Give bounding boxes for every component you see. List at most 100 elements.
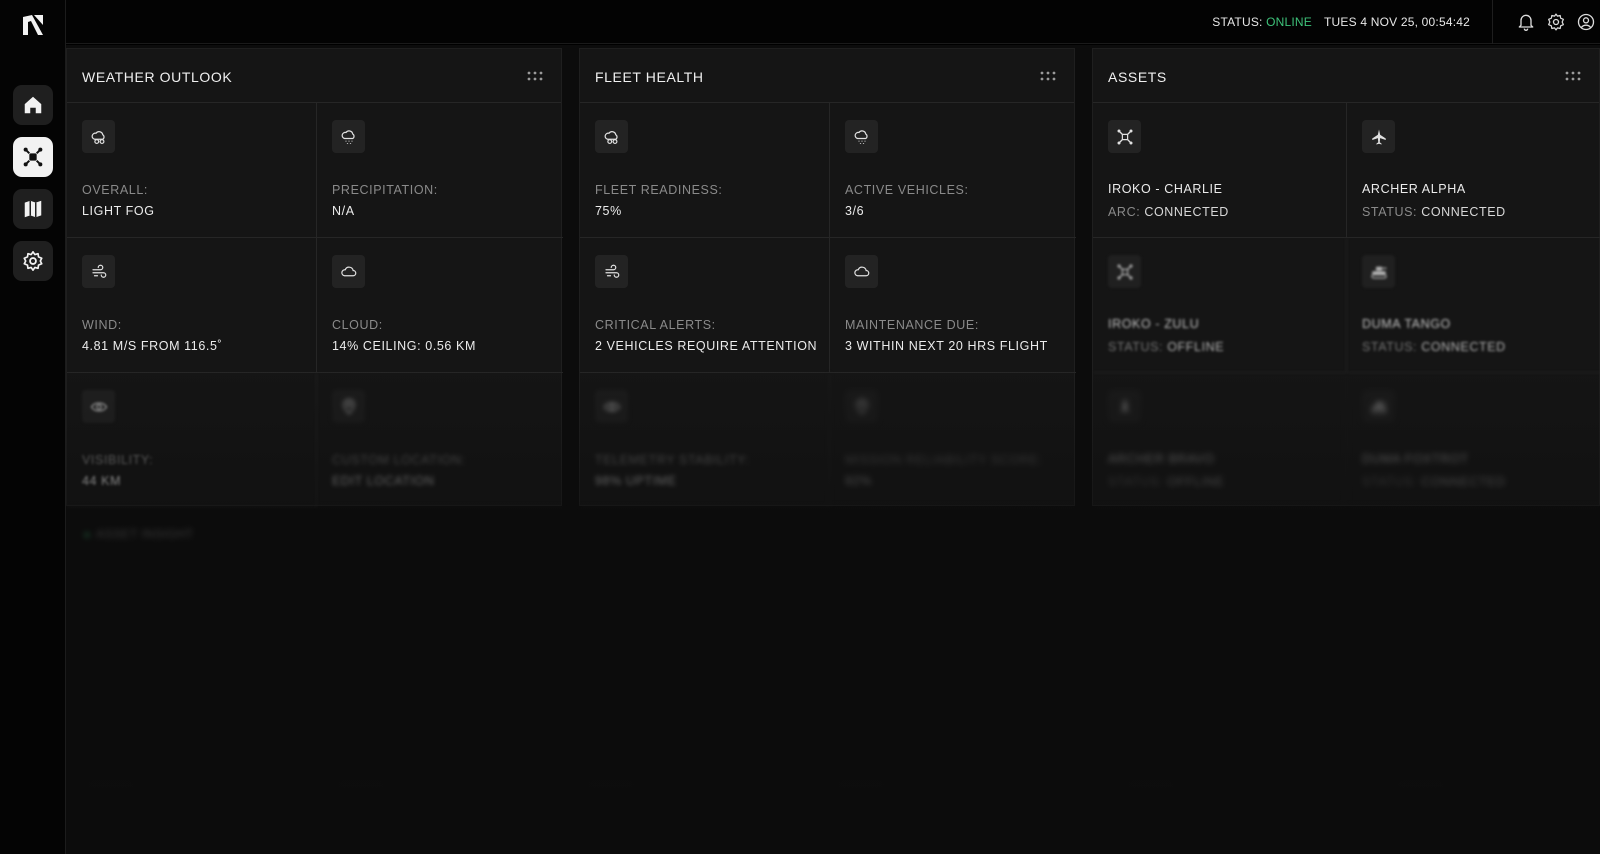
- drag-handle-icon[interactable]: [527, 71, 543, 81]
- asset-card[interactable]: IROKO - ZULU STATUS: OFFLINE: [1093, 238, 1347, 373]
- tank-icon: [1362, 255, 1395, 288]
- cloud-icon: [845, 255, 878, 288]
- cell-value: 75%: [595, 204, 622, 218]
- fleet-mission-reliability: MISSION RELIABILITY SCORE: 92%: [830, 373, 1076, 507]
- edit-location-link[interactable]: EDIT LOCATION: [332, 474, 435, 488]
- fleet-active-vehicles: ACTIVE VEHICLES: 3/6: [830, 103, 1076, 238]
- asset-card[interactable]: DUMA FOXTROT STATUS: CONNECTED: [1347, 373, 1600, 507]
- placeholder-block: [1126, 779, 1176, 791]
- sidebar: [0, 0, 66, 854]
- user-icon: [1577, 13, 1595, 31]
- weather-panel: WEATHER OUTLOOK OVERALL: LIGHT FOG PRECI…: [66, 48, 563, 507]
- placeholder-block: [336, 779, 386, 791]
- asset-card[interactable]: DUMA TANGO STATUS: CONNECTED: [1347, 238, 1600, 373]
- pin-icon: [845, 390, 878, 423]
- fleet-telemetry-stability: TELEMETRY STABILITY: 98% UPTIME: [580, 373, 830, 507]
- cell-value: 3 WITHIN NEXT 20 HRS FLIGHT: [845, 339, 1048, 353]
- cell-label: WIND:: [82, 318, 122, 332]
- sidebar-item-settings[interactable]: [13, 241, 53, 281]
- pin-icon: [332, 390, 365, 423]
- asset-name: IROKO - CHARLIE: [1108, 182, 1223, 196]
- asset-name: DUMA FOXTROT: [1362, 452, 1469, 466]
- cloud-rain-icon: [845, 120, 878, 153]
- cell-label: MAINTENANCE DUE:: [845, 318, 979, 332]
- top-bar: STATUS: ONLINE TUES 4 NOV 25, 00:54:42: [66, 0, 1600, 44]
- drag-handle-icon[interactable]: [1040, 71, 1056, 81]
- gear-icon: [1548, 13, 1564, 31]
- panel-title: ASSETS: [1108, 69, 1167, 85]
- panel-header: ASSETS: [1093, 49, 1599, 103]
- fleet-critical-alerts: CRITICAL ALERTS: 2 VEHICLES REQUIRE ATTE…: [580, 238, 830, 373]
- tank-icon: [1362, 390, 1395, 423]
- placeholder-block: [1396, 779, 1446, 791]
- cloud-sun-icon: [82, 120, 115, 153]
- cell-label: MISSION RELIABILITY SCORE:: [845, 453, 1043, 467]
- asset-name: ARCHER ALPHA: [1362, 182, 1466, 196]
- sidebar-item-home[interactable]: [13, 85, 53, 125]
- datetime: TUES 4 NOV 25, 00:54:42: [1323, 15, 1470, 29]
- map-icon: [24, 200, 42, 218]
- asset-status: STATUS: CONNECTED: [1362, 475, 1506, 489]
- drone-icon: [23, 147, 43, 167]
- notifications-button[interactable]: [1516, 12, 1536, 32]
- weather-precipitation: PRECIPITATION: N/A: [317, 103, 563, 238]
- cell-value: 4.81 M/S FROM 116.5˚: [82, 339, 223, 353]
- sidebar-item-map[interactable]: [13, 189, 53, 229]
- weather-wind: WIND: 4.81 M/S FROM 116.5˚: [67, 238, 317, 373]
- sidebar-item-fleet[interactable]: [13, 137, 53, 177]
- rocket-icon: [1108, 390, 1141, 423]
- placeholder-block: [836, 779, 886, 791]
- panel-header: FLEET HEALTH: [580, 49, 1074, 103]
- asset-card[interactable]: ARCHER ALPHA STATUS: CONNECTED: [1347, 103, 1600, 238]
- cell-label: ACTIVE VEHICLES:: [845, 183, 969, 197]
- asset-status: STATUS: CONNECTED: [1362, 205, 1506, 219]
- fleet-health-panel: FLEET HEALTH FLEET READINESS: 75% ACTIVE…: [579, 48, 1076, 507]
- drone-icon: [1108, 255, 1141, 288]
- profile-button[interactable]: [1576, 12, 1596, 32]
- asset-insight-panel: ASSET INSIGHT: [66, 521, 1600, 851]
- asset-status: STATUS: OFFLINE: [1108, 475, 1225, 489]
- cell-value: 3/6: [845, 204, 865, 218]
- asset-name: ARCHER BRAVO: [1108, 452, 1215, 466]
- asset-card[interactable]: IROKO - CHARLIE ARC: CONNECTED: [1093, 103, 1347, 238]
- cell-value: 14% CEILING: 0.56 KM: [332, 339, 477, 353]
- bell-icon: [1518, 14, 1534, 31]
- status-value: ONLINE: [1266, 15, 1312, 29]
- cell-label: CRITICAL ALERTS:: [595, 318, 716, 332]
- settings-button[interactable]: [1546, 12, 1566, 32]
- cell-value: N/A: [332, 204, 355, 218]
- asset-status: STATUS: OFFLINE: [1108, 340, 1225, 354]
- cell-value: 92%: [845, 474, 872, 488]
- placeholder-block: [86, 779, 136, 791]
- jet-icon: [1362, 120, 1395, 153]
- cell-label: PRECIPITATION:: [332, 183, 438, 197]
- weather-overall: OVERALL: LIGHT FOG: [67, 103, 317, 238]
- cell-label: VISIBILITY:: [82, 453, 154, 467]
- status-label: STATUS:: [1212, 15, 1263, 29]
- asset-status: STATUS: CONNECTED: [1362, 340, 1506, 354]
- status-dot-icon: [84, 531, 90, 538]
- fleet-maintenance-due: MAINTENANCE DUE: 3 WITHIN NEXT 20 HRS FL…: [830, 238, 1076, 373]
- section-title: ASSET INSIGHT: [84, 527, 194, 541]
- weather-cloud: CLOUD: 14% CEILING: 0.56 KM: [317, 238, 563, 373]
- divider: [1492, 0, 1493, 44]
- cell-value: 2 VEHICLES REQUIRE ATTENTION: [595, 339, 818, 353]
- asset-card[interactable]: ARCHER BRAVO STATUS: OFFLINE: [1093, 373, 1347, 507]
- gear-icon: [23, 251, 43, 271]
- cell-label: OVERALL:: [82, 183, 148, 197]
- weather-visibility: VISIBILITY: 44 KM: [67, 373, 317, 507]
- asset-name: DUMA TANGO: [1362, 317, 1451, 331]
- cloud-icon: [332, 255, 365, 288]
- cell-value: 44 KM: [82, 474, 122, 488]
- cell-label: FLEET READINESS:: [595, 183, 723, 197]
- panel-title: FLEET HEALTH: [595, 69, 704, 85]
- app-logo[interactable]: [20, 12, 46, 38]
- home-icon: [24, 96, 42, 114]
- cell-value: LIGHT FOG: [82, 204, 155, 218]
- drag-handle-icon[interactable]: [1565, 71, 1581, 81]
- weather-location[interactable]: CUSTOM LOCATION: EDIT LOCATION: [317, 373, 563, 507]
- cell-label: CLOUD:: [332, 318, 383, 332]
- drone-icon: [1108, 120, 1141, 153]
- cloud-rain-icon: [332, 120, 365, 153]
- cell-value: 98% UPTIME: [595, 474, 677, 488]
